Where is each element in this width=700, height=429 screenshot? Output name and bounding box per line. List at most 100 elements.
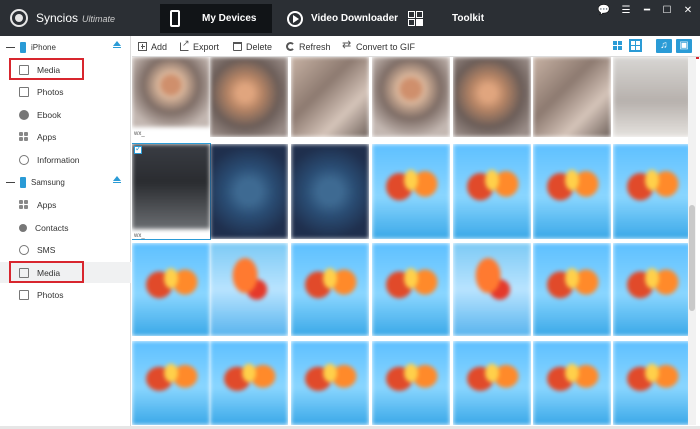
sidebar-item-label: Information	[37, 154, 80, 165]
add-icon	[138, 42, 147, 51]
list-view-icon[interactable]	[611, 39, 624, 52]
media-thumbnail[interactable]	[210, 57, 288, 137]
media-thumbnail[interactable]	[372, 243, 450, 336]
title-bar: Syncios Ultimate My Devices Video Downloa…	[0, 0, 700, 36]
tab-toolkit[interactable]: Toolkit	[408, 4, 493, 33]
media-thumbnail[interactable]	[613, 57, 688, 137]
sidebar-item-samsung-contacts[interactable]: Contacts	[0, 217, 131, 238]
media-thumbnail[interactable]	[291, 57, 369, 137]
thumbnail-image	[291, 341, 369, 425]
ebook-icon	[19, 109, 29, 120]
refresh-button[interactable]: Refresh	[286, 39, 331, 54]
sidebar-item-samsung-media[interactable]: Media	[0, 262, 131, 283]
media-thumbnail[interactable]	[210, 144, 288, 239]
convert-to-gif-button[interactable]: Convert to GIF	[342, 38, 415, 54]
grid-view-icon[interactable]	[629, 39, 642, 52]
thumbnail-image	[533, 341, 611, 425]
sidebar-item-label: Contacts	[35, 222, 69, 233]
add-label: Add	[151, 41, 168, 52]
media-thumbnail[interactable]	[613, 144, 688, 239]
media-thumbnail[interactable]	[210, 243, 288, 336]
eject-icon[interactable]	[113, 176, 121, 183]
media-thumbnail[interactable]	[210, 341, 288, 425]
device-name: Samsung	[31, 177, 65, 187]
thumbnail-image	[613, 341, 688, 425]
sidebar-item-iphone-photos[interactable]: Photos	[0, 81, 131, 102]
thumbnail-image	[533, 57, 611, 137]
minimize-button[interactable]: ━	[640, 4, 654, 18]
app-name: Syncios	[36, 11, 79, 25]
media-thumbnail[interactable]	[533, 243, 611, 336]
video-category-button[interactable]: ▣	[676, 39, 692, 53]
sidebar-item-samsung-photos[interactable]: Photos	[0, 284, 131, 305]
checkbox[interactable]	[134, 144, 142, 154]
thumbnail-image	[132, 243, 210, 336]
export-button[interactable]: Export	[180, 38, 219, 54]
eject-icon[interactable]	[113, 41, 121, 48]
sidebar-item-label: Media	[37, 64, 61, 75]
tab-my-devices[interactable]: My Devices	[160, 4, 272, 33]
thumbnail-image	[291, 144, 369, 239]
sidebar-item-samsung-sms[interactable]: SMS	[0, 239, 131, 260]
media-thumbnail[interactable]	[533, 144, 611, 239]
media-thumbnail[interactable]	[533, 341, 611, 425]
photos-icon	[19, 86, 29, 97]
delete-button[interactable]: Delete	[233, 39, 272, 54]
photos-icon	[19, 289, 29, 300]
add-button[interactable]: Add	[138, 39, 167, 54]
sidebar-item-iphone-ebook[interactable]: Ebook	[0, 104, 131, 125]
export-icon	[180, 38, 190, 51]
sidebar-item-samsung-apps[interactable]: Apps	[0, 194, 131, 215]
delete-label: Delete	[246, 41, 273, 52]
chat-icon[interactable]: 💬	[597, 4, 611, 18]
sidebar-item-iphone-apps[interactable]: Apps	[0, 126, 131, 147]
device-header-samsung[interactable]: Samsung	[0, 172, 131, 192]
media-thumbnail[interactable]	[372, 57, 450, 137]
thumbnail-image	[372, 57, 450, 137]
sidebar-item-label: Photos	[37, 86, 64, 97]
media-thumbnail[interactable]: wx_	[132, 57, 210, 137]
refresh-label: Refresh	[299, 41, 331, 52]
media-grid: wx_ wx_	[132, 57, 688, 425]
sidebar-item-iphone-information[interactable]: Information	[0, 149, 131, 170]
refresh-icon	[286, 42, 295, 51]
media-thumbnail[interactable]	[453, 341, 531, 425]
sidebar-item-label: SMS	[37, 244, 56, 255]
collapse-dash-icon	[6, 46, 15, 48]
device-header-iphone[interactable]: iPhone	[0, 37, 131, 57]
media-thumbnail[interactable]: wx_	[132, 143, 211, 240]
app-edition: Ultimate	[82, 14, 116, 24]
media-thumbnail[interactable]	[613, 341, 688, 425]
media-thumbnail[interactable]	[613, 243, 688, 336]
thumbnail-image	[533, 144, 611, 239]
sidebar-item-iphone-media[interactable]: Media	[0, 59, 131, 80]
thumbnail-image	[613, 57, 688, 137]
media-thumbnail[interactable]	[372, 144, 450, 239]
thumbnail-image	[210, 341, 288, 425]
media-thumbnail[interactable]	[291, 144, 369, 239]
thumbnail-image	[453, 243, 531, 336]
app-title: Syncios Ultimate	[36, 11, 115, 25]
media-thumbnail[interactable]	[132, 341, 210, 425]
sidebar: iPhone Media Photos Ebook Apps Informati…	[0, 36, 131, 429]
media-thumbnail[interactable]	[453, 243, 531, 336]
thumbnail-image	[210, 57, 288, 137]
maximize-button[interactable]: ☐	[660, 4, 674, 18]
media-thumbnail[interactable]	[533, 57, 611, 137]
media-thumbnail[interactable]	[453, 57, 531, 137]
apps-icon	[19, 199, 29, 210]
thumbnail-filename: wx_	[134, 233, 145, 239]
media-thumbnail[interactable]	[291, 243, 369, 336]
vertical-scrollbar[interactable]	[688, 57, 696, 425]
music-category-button[interactable]: ♫	[656, 39, 672, 53]
sidebar-item-label: Ebook	[37, 109, 62, 120]
menu-icon[interactable]: ☰	[619, 4, 633, 18]
tab-video-downloader[interactable]: Video Downloader	[287, 4, 402, 33]
sidebar-item-label: Media	[37, 267, 61, 278]
media-thumbnail[interactable]	[372, 341, 450, 425]
media-thumbnail[interactable]	[291, 341, 369, 425]
scrollbar-thumb[interactable]	[689, 205, 695, 311]
close-button[interactable]: ✕	[681, 4, 695, 18]
media-thumbnail[interactable]	[132, 243, 210, 336]
media-thumbnail[interactable]	[453, 144, 531, 239]
